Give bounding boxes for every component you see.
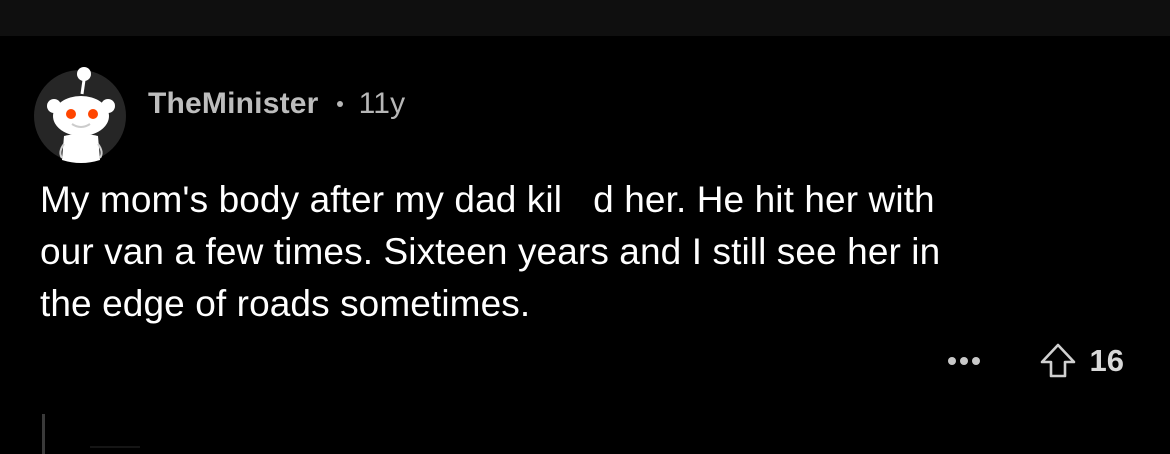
comment-meta: TheMinister 11y xyxy=(148,86,405,122)
comment-actions: 16 xyxy=(942,341,1124,381)
upvote-arrow-icon xyxy=(1040,343,1075,378)
ellipsis-icon xyxy=(947,357,980,365)
comment-age: 11y xyxy=(358,87,406,120)
separator-dot xyxy=(336,101,343,107)
upvote-button[interactable] xyxy=(1036,341,1080,381)
snoo-avatar-icon xyxy=(47,67,115,163)
divider xyxy=(90,446,140,448)
comment-body-line: our van a few times. Sixteen years and I… xyxy=(40,231,941,272)
comment: TheMinister 11y My mom's body after my d… xyxy=(0,36,1170,454)
comment-body-line: My mom's body after my dad kil d her. He… xyxy=(40,179,935,220)
avatar[interactable] xyxy=(34,67,126,163)
top-bar xyxy=(0,0,1170,36)
vote-count: 16 xyxy=(1089,343,1124,378)
author-name[interactable]: TheMinister xyxy=(148,87,319,121)
comment-body: My mom's body after my dad kil d her. He… xyxy=(40,174,1130,330)
thread-line[interactable] xyxy=(42,414,45,454)
comment-body-line: the edge of roads sometimes. xyxy=(40,283,531,324)
more-options-button[interactable] xyxy=(942,341,986,381)
